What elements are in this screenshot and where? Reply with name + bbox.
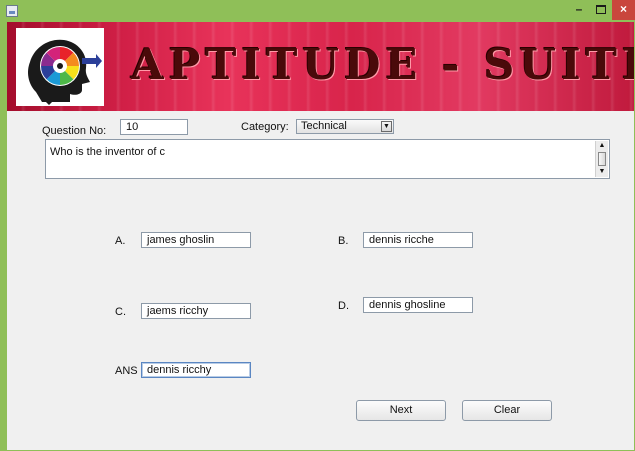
answer-field[interactable]: dennis ricchy — [141, 362, 251, 378]
scroll-thumb[interactable] — [598, 152, 606, 166]
option-b-label: B. — [338, 235, 349, 247]
main-panel: APTITUDE - SUITE Question No: 10 Categor… — [7, 22, 634, 450]
option-c-field[interactable]: jaems ricchy — [141, 303, 251, 319]
option-b-field[interactable]: dennis ricche — [363, 232, 473, 248]
head-gear-logo-icon — [16, 28, 104, 106]
option-d-label: D. — [338, 300, 349, 312]
question-text: Who is the inventor of c — [50, 146, 165, 158]
option-c-label: C. — [115, 306, 126, 318]
clear-button[interactable]: Clear — [462, 400, 552, 421]
minimize-button[interactable]: – — [568, 0, 590, 20]
close-button[interactable]: × — [612, 0, 635, 20]
banner: APTITUDE - SUITE — [7, 22, 634, 111]
category-select[interactable]: Technical ▼ — [296, 119, 394, 134]
maximize-icon — [596, 5, 606, 14]
title-bar[interactable]: – × — [0, 0, 635, 22]
category-selected-value: Technical — [301, 120, 347, 132]
category-label: Category: — [241, 121, 289, 133]
chevron-down-icon[interactable]: ▼ — [381, 121, 392, 132]
option-a-field[interactable]: james ghoslin — [141, 232, 251, 248]
answer-label: ANS — [115, 365, 138, 377]
question-no-label: Question No: — [42, 125, 107, 137]
scroll-down-icon[interactable]: ▼ — [596, 167, 608, 177]
question-scrollbar[interactable]: ▲ ▼ — [595, 141, 608, 177]
maximize-button[interactable] — [590, 0, 612, 20]
question-no-field[interactable]: 10 — [120, 119, 188, 135]
next-button[interactable]: Next — [356, 400, 446, 421]
app-icon — [6, 5, 18, 17]
question-textarea[interactable]: Who is the inventor of c ▲ ▼ — [45, 139, 610, 179]
app-window: – × APTITUDE - SUITE Question No: 10 Cat… — [0, 0, 635, 451]
scroll-up-icon[interactable]: ▲ — [596, 141, 608, 151]
banner-title: APTITUDE - SUITE — [131, 40, 634, 89]
option-a-label: A. — [115, 235, 126, 247]
option-d-field[interactable]: dennis ghosline — [363, 297, 473, 313]
